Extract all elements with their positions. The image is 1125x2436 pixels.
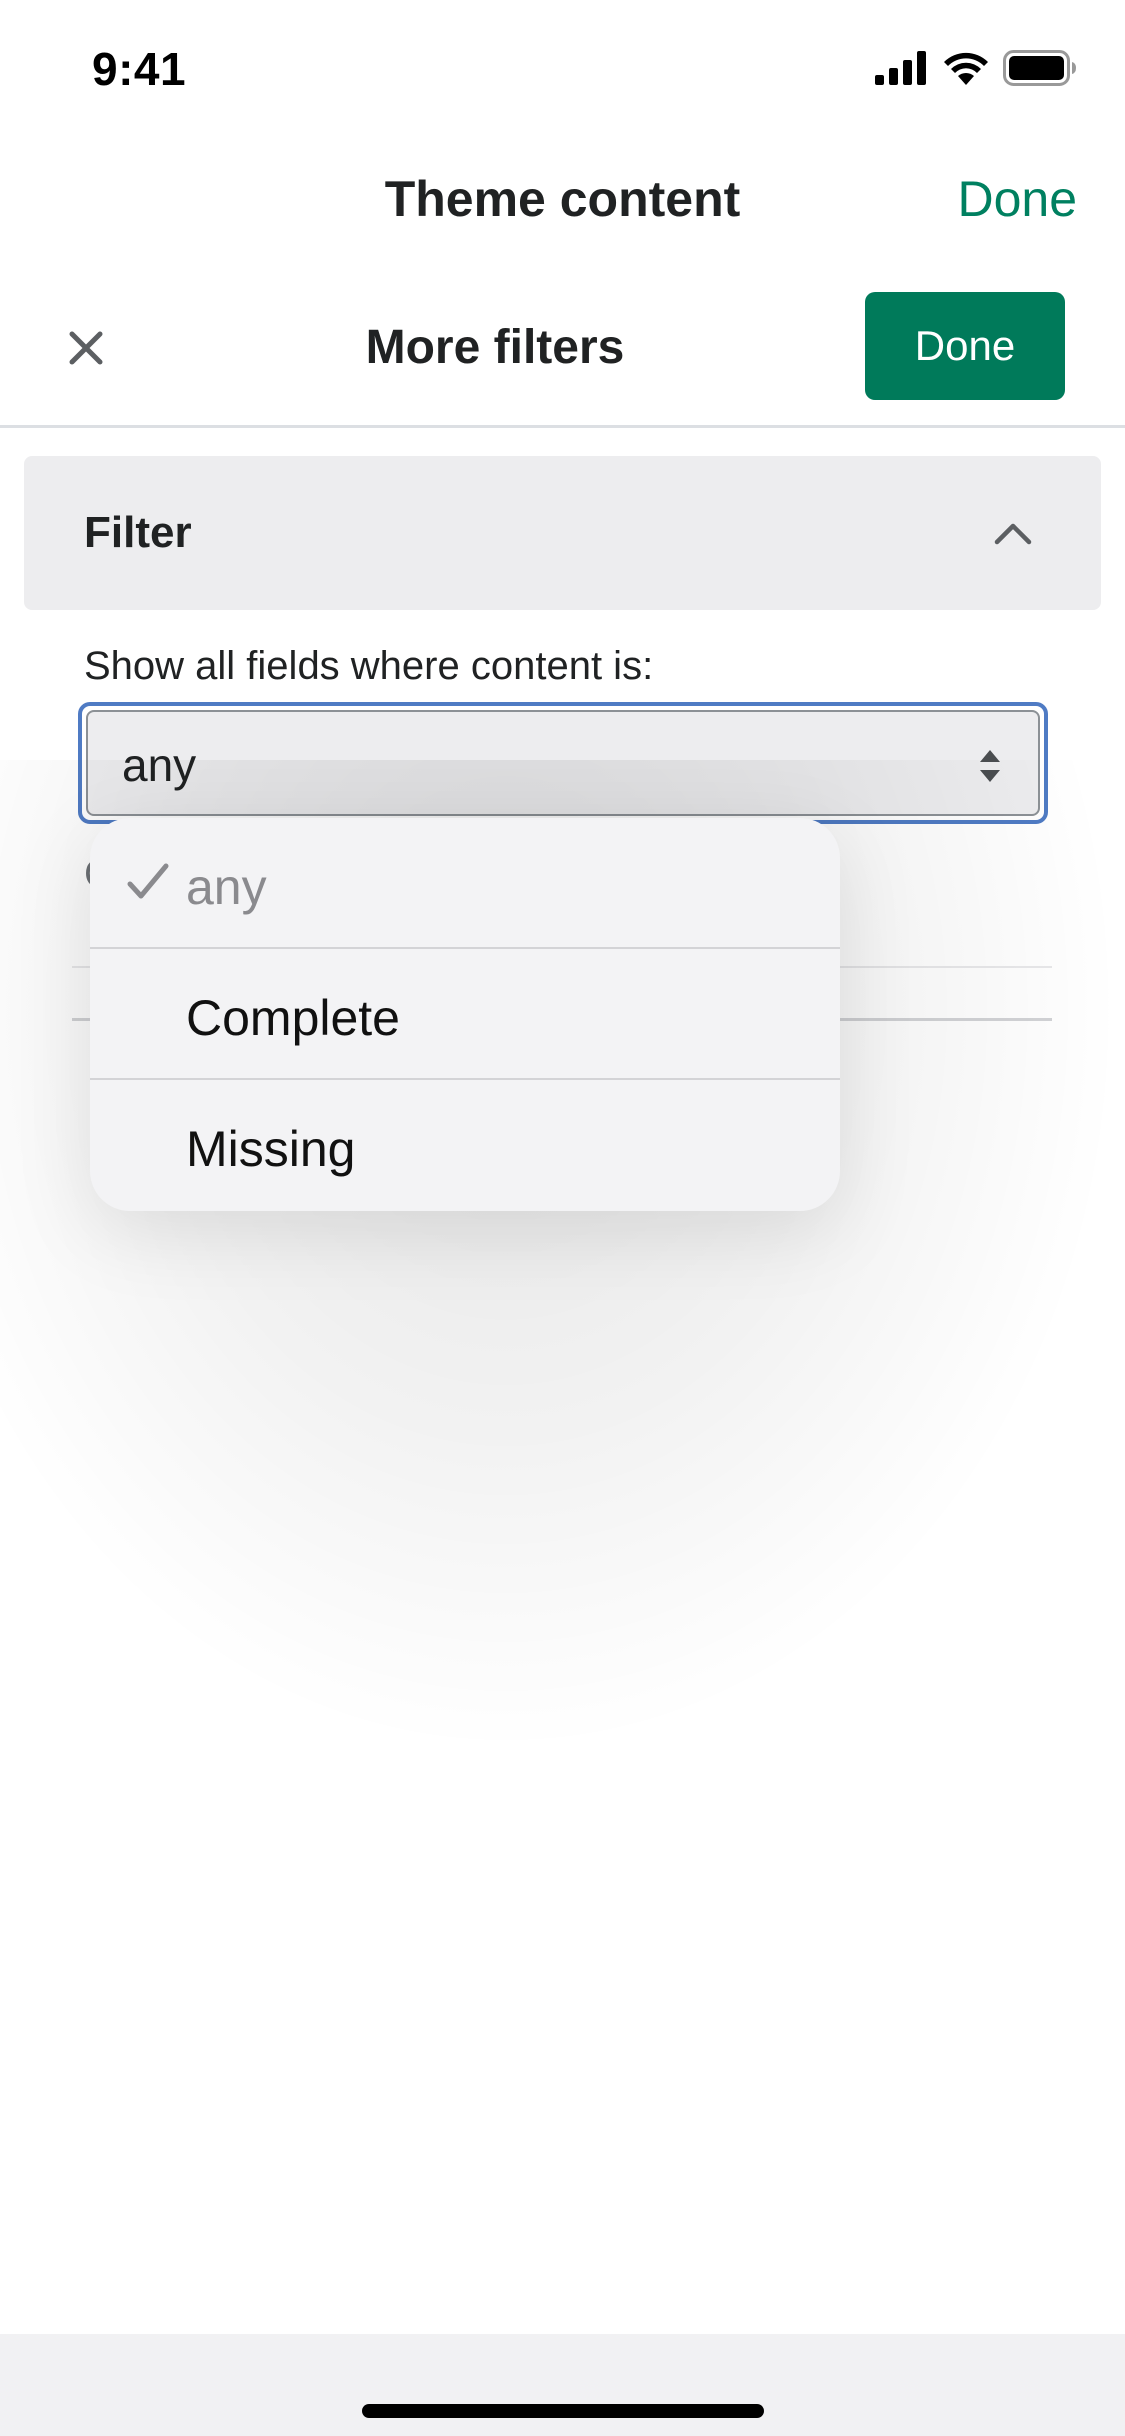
top-nav: Theme content Done (0, 132, 1125, 268)
battery-icon (1003, 50, 1076, 86)
page-title: Theme content (384, 171, 741, 227)
dropdown-option-complete[interactable]: Complete (90, 949, 840, 1080)
filter-section-title: Filter (84, 508, 192, 557)
modal-title: More filters (365, 321, 625, 374)
select-dropdown-menu: any Complete Missing (90, 818, 840, 1211)
screen: 9:41 Theme content Done More filters Don… (0, 0, 1125, 2436)
cellular-signal-icon (875, 51, 926, 85)
wifi-icon (944, 52, 988, 85)
dropdown-option-any[interactable]: any (90, 818, 840, 949)
modal-done-button[interactable]: Done (865, 292, 1065, 400)
status-icons (875, 50, 1077, 86)
select-value: any (122, 739, 197, 791)
select-arrows-icon (980, 750, 1000, 782)
home-indicator[interactable] (362, 2404, 764, 2418)
top-done-button[interactable]: Done (957, 170, 1077, 228)
modal-header: More filters Done (0, 268, 1125, 428)
filter-section-header[interactable]: Filter (24, 456, 1101, 610)
checkmark-icon (127, 863, 169, 899)
content-status-select[interactable]: any (86, 710, 1040, 816)
status-time: 9:41 (92, 43, 187, 95)
dropdown-option-label: any (186, 859, 267, 915)
dropdown-option-missing[interactable]: Missing (90, 1080, 840, 1211)
content-status-select-focus-ring: any (78, 702, 1048, 824)
status-bar: 9:41 (0, 0, 1125, 132)
filter-label: Show all fields where content is: (84, 644, 654, 688)
dropdown-option-label: Complete (186, 990, 400, 1046)
bottom-bar (0, 2334, 1125, 2436)
chevron-up-icon (994, 523, 1032, 545)
dropdown-option-label: Missing (186, 1121, 356, 1177)
